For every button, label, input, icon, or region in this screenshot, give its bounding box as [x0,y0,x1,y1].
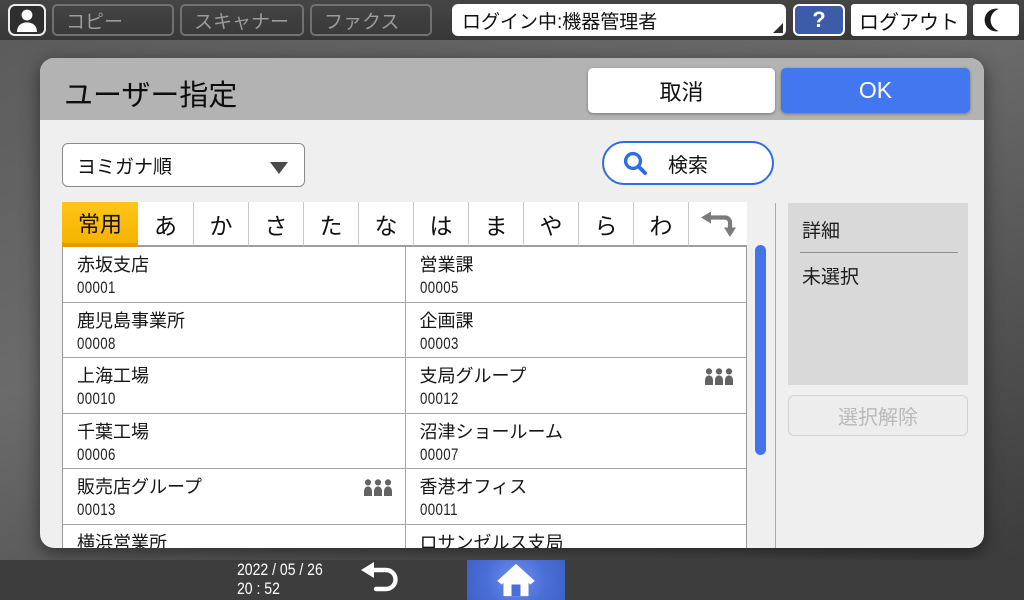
user-name: 千葉工場 [77,421,149,442]
login-status-button[interactable]: ログイン中:機器管理者 [452,4,786,36]
screen-background: ユーザー指定 取消 OK ヨミガナ順 検索 常用あかさたなはまやらわ 赤坂支店 … [0,40,1024,560]
list-scrollbar[interactable] [753,245,769,537]
search-label: 検索 [668,154,708,177]
user-name: 上海工場 [77,366,149,386]
time-label: 20 : 52 [237,580,280,598]
login-status-label: ログイン中:機器管理者 [462,11,658,33]
user-name: 支局グループ [419,366,527,386]
index-tab-わ[interactable]: わ [633,202,688,247]
index-tab-あ[interactable]: あ [138,202,193,247]
index-tab-bar: 常用あかさたなはまやらわ [62,202,747,247]
index-tab-や[interactable]: や [523,202,578,247]
user-number: 00005 [419,278,459,297]
user-name: 香港オフィス [419,477,528,497]
date-label: 2022 / 05 / 26 [237,561,323,579]
index-tab-は[interactable]: は [413,202,468,247]
back-button[interactable] [352,560,408,600]
index-tab-常用[interactable]: 常用 [62,202,138,247]
user-name: ロサンゼルス支局 [419,532,564,549]
user-name: 赤坂支店 [77,255,149,275]
user-select-dialog: ユーザー指定 取消 OK ヨミガナ順 検索 常用あかさたなはまやらわ 赤坂支店 … [40,58,984,548]
user-list-item[interactable]: 企画課 00003 [404,302,746,358]
user-number: 00010 [77,389,116,408]
user-list-item[interactable]: 鹿児島事業所 00008 [63,303,405,358]
index-tab-た[interactable]: た [303,202,358,247]
detail-header: 詳細 [802,221,841,242]
user-list-item[interactable]: 沼津ショールーム 00007 [404,413,746,469]
group-icon [705,368,733,385]
printer-touchscreen: コピー スキャナー ファクス ログイン中:機器管理者 ? ログアウト ユーザー指… [0,0,1024,600]
index-tab-ら[interactable]: ら [578,202,633,247]
energy-saver-button[interactable] [973,4,1019,36]
back-arrow-icon [361,562,398,592]
scanner-app-button[interactable]: スキャナー [180,4,304,36]
dialog-header: ユーザー指定 取消 OK [40,58,984,120]
user-name: 企画課 [419,310,474,331]
swap-arrows-icon [701,211,736,237]
sort-order-dropdown[interactable]: ヨミガナ順 [62,143,305,187]
cancel-button[interactable]: 取消 [588,68,775,113]
dialog-title: ユーザー指定 [64,80,238,112]
user-list-item[interactable]: 上海工場 00010 [63,358,405,414]
user-number: 00007 [419,444,459,464]
user-list-item[interactable]: 販売店グループ 00013 [63,469,405,525]
user-name: 沼津ショールーム [419,421,563,442]
user-number: 00003 [419,333,459,353]
copy-app-button[interactable]: コピー [52,4,174,36]
index-tab-ま[interactable]: ま [468,202,523,247]
detail-panel: 詳細 未選択 [788,203,968,385]
user-number: 00012 [419,389,459,408]
tab-view-switch-button[interactable] [688,202,747,247]
search-button[interactable]: 検索 [602,141,774,185]
detail-selection-status: 未選択 [802,267,860,288]
user-number: 00011 [419,500,458,519]
user-list-item[interactable]: 香港オフィス 00011 [404,469,746,525]
fax-app-button[interactable]: ファクス [310,4,432,36]
index-tab-な[interactable]: な [358,202,413,247]
user-list: 赤坂支店 00001 営業課 00005 鹿児島事業所 00008 企画課 00003 上海工場… [62,247,747,548]
user-name: 横浜営業所 [77,532,167,549]
user-name: 営業課 [419,255,474,275]
corner-triangle-icon [773,23,783,33]
user-list-item[interactable]: 横浜営業所 [63,525,405,549]
search-icon [623,151,647,175]
sort-order-value: ヨミガナ順 [77,156,173,178]
moon-icon [984,8,999,32]
deselect-button[interactable]: 選択解除 [788,395,968,436]
user-list-item[interactable]: 千葉工場 00006 [63,414,405,469]
user-number: 00013 [77,500,116,519]
scrollbar-thumb[interactable] [755,245,766,455]
user-list-item[interactable]: 赤坂支店 00001 [63,247,405,303]
help-button[interactable]: ? [793,4,845,36]
user-list-item[interactable]: 営業課 00005 [404,247,746,303]
home-icon [497,563,535,597]
user-list-item[interactable]: ロサンゼルス支局 [404,524,747,549]
user-menu-button[interactable] [8,4,46,36]
bottom-system-bar: 2022 / 05 / 26 20 : 52 [0,560,1024,600]
user-name: 販売店グループ [77,477,202,497]
index-tab-さ[interactable]: さ [248,202,303,247]
chevron-down-icon [270,162,288,174]
user-number: 00008 [77,333,116,353]
user-name: 鹿児島事業所 [77,310,185,331]
home-button[interactable] [467,560,565,600]
group-icon [363,479,392,496]
date-time-display: 2022 / 05 / 26 20 : 52 [237,561,323,599]
index-tab-か[interactable]: か [193,202,248,247]
ok-button[interactable]: OK [781,68,970,113]
user-number: 00006 [77,444,116,464]
logout-button[interactable]: ログアウト [851,4,967,36]
top-function-bar: コピー スキャナー ファクス ログイン中:機器管理者 ? ログアウト [0,0,1024,40]
user-number: 00001 [77,278,116,297]
user-icon [17,9,37,32]
panel-divider [775,203,776,548]
user-list-item[interactable]: 支局グループ 00012 [404,358,746,414]
